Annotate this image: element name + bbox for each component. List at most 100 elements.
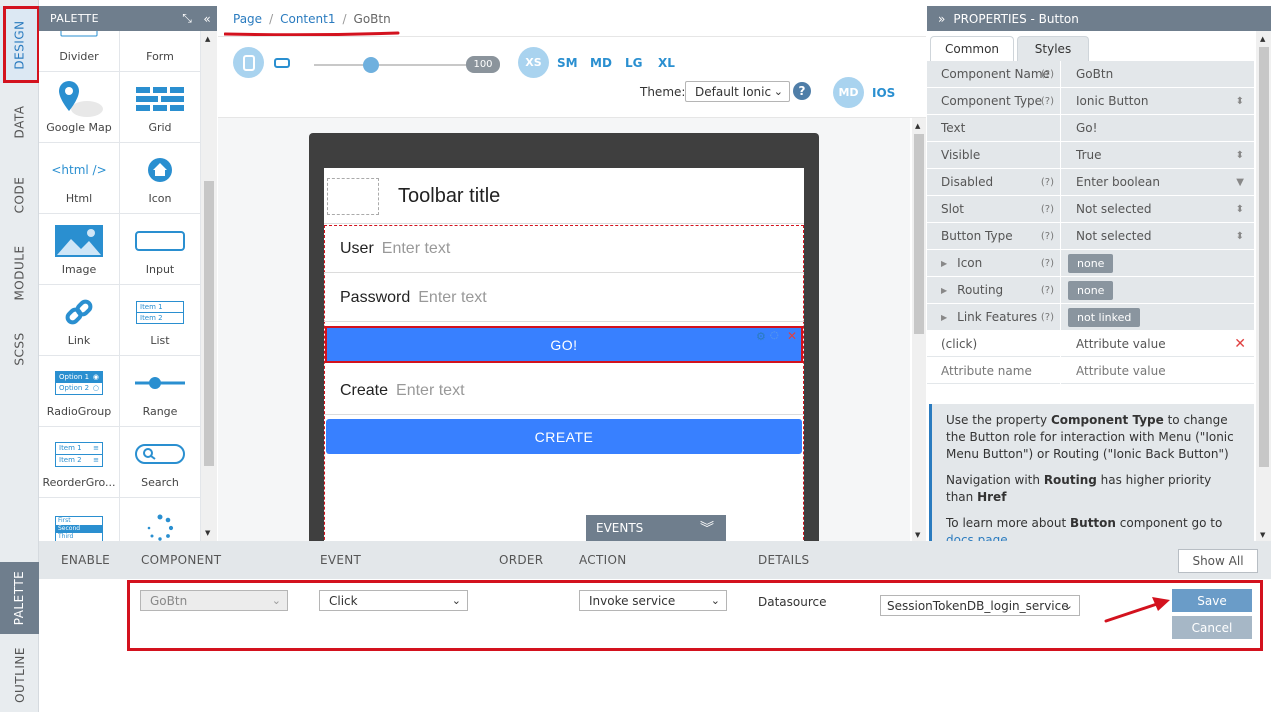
size-lg-button[interactable]: LG [625,56,643,70]
events-tab[interactable]: EVENTS ︾ [586,515,726,541]
password-input[interactable]: Enter text [418,289,486,307]
toolbar-slot-placeholder[interactable] [327,178,379,215]
palette-item-select-list[interactable]: First Second Third [39,498,120,541]
landscape-icon[interactable] [274,57,290,69]
prop-value[interactable]: True [1076,148,1102,162]
size-xl-button[interactable]: XL [658,56,675,70]
palette-scrollbar[interactable]: ▲ ▼ [201,31,217,541]
tab-common[interactable]: Common [930,36,1014,61]
scroll-down-icon[interactable]: ▼ [205,529,210,537]
prop-key[interactable]: Attribute name [941,364,1032,378]
ion-toolbar[interactable]: Toolbar title [324,168,804,224]
expand-arrow-icon[interactable]: ▶ [941,313,947,322]
palette-item-grid[interactable]: Grid [120,72,201,143]
prop-key[interactable]: (click) [941,337,977,351]
prop-value[interactable]: Attribute value [1076,337,1166,351]
properties-scroll-thumb[interactable] [1259,47,1269,467]
prop-value[interactable]: Not selected [1076,229,1152,243]
palette-item-search[interactable]: Search [120,427,201,498]
delete-attribute-icon[interactable]: ✕ [1234,336,1246,352]
tab-code[interactable]: CODE [0,158,39,232]
ion-item-create[interactable]: Create Enter text [324,367,804,415]
prop-value[interactable]: Not selected [1076,202,1152,216]
tab-data[interactable]: DATA [0,86,39,158]
palette-item-link[interactable]: Link [39,285,120,356]
prop-new-attribute[interactable]: Attribute name Attribute value [927,358,1254,385]
tab-module[interactable]: MODULE [0,232,39,314]
scroll-down-icon[interactable]: ▼ [1260,531,1265,539]
palette-item-reorder[interactable]: Item 1 ≡ Item 2 ≡ ReorderGro... [39,427,120,498]
size-md-button[interactable]: MD [590,56,612,70]
palette-item-range[interactable]: Range [120,356,201,427]
prop-click-attribute[interactable]: (click) Attribute value ✕ [927,331,1254,358]
scroll-up-icon[interactable]: ▲ [205,35,210,43]
scroll-up-icon[interactable]: ▲ [1260,35,1265,43]
prop-routing[interactable]: ▶ Routing (?) none [927,277,1254,304]
create-button[interactable]: CREATE [326,419,802,454]
spinner-arrows-icon[interactable]: ⬍ [1236,231,1244,242]
palette-item-google-map[interactable]: Google Map [39,72,120,143]
palette-item-list[interactable]: Item 1 Item 2 List [120,285,201,356]
mobile-view-button[interactable] [233,47,264,78]
prop-help[interactable]: (?) [1041,285,1054,296]
prop-value[interactable]: Go! [1076,121,1097,135]
palette-item-input[interactable]: Input [120,214,201,285]
prop-help[interactable]: (?) [1041,204,1054,215]
palette-item-image[interactable]: Image [39,214,120,285]
expand-arrow-icon[interactable]: ▶ [941,286,947,295]
palette-item-spinner[interactable] [120,498,201,541]
tab-scss[interactable]: SCSS [0,314,39,384]
scroll-down-icon[interactable]: ▼ [915,531,920,539]
user-input[interactable]: Enter text [382,240,450,258]
mode-ios-button[interactable]: IOS [872,86,895,100]
prop-value[interactable]: GoBtn [1076,67,1113,81]
zoom-slider-track[interactable] [314,64,466,66]
prop-help[interactable]: (?) [1041,69,1054,80]
zoom-slider-thumb[interactable] [363,57,379,73]
properties-scrollbar[interactable]: ▲ ▼ [1256,31,1271,541]
breadcrumb-page[interactable]: Page [233,12,262,26]
spinner-arrows-icon[interactable]: ⬍ [1236,204,1244,215]
gear-icon[interactable]: ⚙ [756,330,766,343]
prop-pill[interactable]: not linked [1068,307,1141,327]
scroll-up-icon[interactable]: ▲ [915,122,920,130]
expand-arrow-icon[interactable]: ▶ [941,259,947,268]
canvas-scrollbar[interactable]: ▲ ▼ [912,118,926,541]
prop-visible[interactable]: Visible True ⬍ [927,142,1254,169]
palette-item-form[interactable]: Form [120,31,201,72]
expand-icon[interactable]: ⤡ [177,11,197,26]
prop-component-type[interactable]: Component Type (?) Ionic Button ⬍ [927,88,1254,115]
expand-right-icon[interactable]: » [938,12,945,26]
prop-help[interactable]: (?) [1041,258,1054,269]
prop-icon[interactable]: ▶ Icon (?) none [927,250,1254,277]
palette-item-html[interactable]: <html /> Html [39,143,120,214]
prop-link-features[interactable]: ▶ Link Features (?) not linked [927,304,1254,331]
tab-palette[interactable]: PALETTE [0,562,39,634]
prop-slot[interactable]: Slot (?) Not selected ⬍ [927,196,1254,223]
spinner-arrows-icon[interactable]: ⬍ [1236,96,1244,107]
prop-help[interactable]: (?) [1041,177,1054,188]
mode-md-button[interactable]: MD [833,77,864,108]
palette-item-icon[interactable]: Icon [120,143,201,214]
prop-help[interactable]: (?) [1041,231,1054,242]
help-icon[interactable]: ? [793,82,811,100]
canvas-scroll-thumb[interactable] [914,134,924,334]
breadcrumb-content[interactable]: Content1 [280,12,335,26]
delete-icon[interactable]: ✕ [787,329,797,343]
spinner-arrows-icon[interactable]: ⬍ [1236,150,1244,161]
go-button[interactable]: GO! [325,326,803,363]
size-xs-button[interactable]: XS [518,47,549,78]
prop-help[interactable]: (?) [1041,96,1054,107]
dropdown-arrow-icon[interactable]: ▼ [1236,177,1244,188]
prop-value[interactable]: Attribute value [1076,364,1166,378]
prop-value[interactable]: Ionic Button [1076,94,1148,108]
show-all-button[interactable]: Show All [1178,549,1258,573]
prop-help[interactable]: (?) [1041,312,1054,323]
theme-select[interactable]: Default Ionic ⌄ [685,81,790,102]
collapse-left-icon[interactable]: « [197,12,217,26]
prop-value[interactable]: Enter boolean [1076,175,1160,189]
prop-button-type[interactable]: Button Type (?) Not selected ⬍ [927,223,1254,250]
palette-item-radiogroup[interactable]: Option 1 ◉ Option 2 ○ RadioGroup [39,356,120,427]
prop-pill[interactable]: none [1068,253,1114,273]
prop-disabled[interactable]: Disabled (?) Enter boolean ▼ [927,169,1254,196]
